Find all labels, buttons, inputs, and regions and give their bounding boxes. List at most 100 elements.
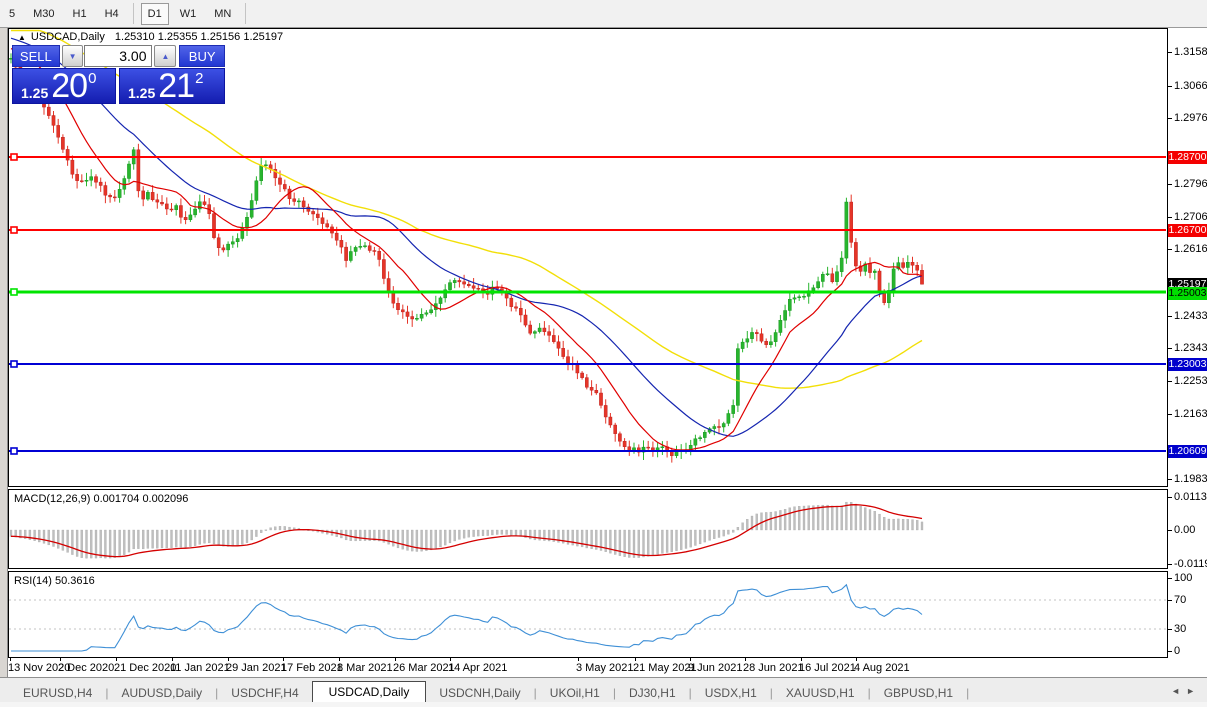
timeframe-toolbar: 5 M30 H1 H4 D1 W1 MN bbox=[0, 0, 1207, 28]
date-axis-tick bbox=[450, 658, 451, 661]
price-axis-label: 1.22535 bbox=[1174, 375, 1207, 387]
date-axis-label: 4 Aug 2021 bbox=[854, 662, 910, 674]
status-strip bbox=[0, 702, 1207, 707]
price-axis-label: 1.30660 bbox=[1174, 80, 1207, 92]
rsi-panel[interactable]: RSI(14) 50.3616 bbox=[8, 571, 1168, 658]
up-arrow-icon: ▲ bbox=[161, 51, 170, 61]
price-axis-tick bbox=[1168, 118, 1172, 119]
date-axis[interactable]: 13 Nov 2020 2 Dec 2020 21 Dec 2020 11 Jan 2… bbox=[8, 658, 1167, 677]
rsi-indicator-label: RSI(14) bbox=[14, 575, 52, 587]
chart-tab-usdchf-h4[interactable]: USDCHF,H4 bbox=[218, 683, 311, 703]
date-axis-tick bbox=[60, 658, 61, 661]
macd-label-row: MACD(12,26,9) 0.001704 0.002096 bbox=[14, 493, 188, 505]
price-tag: 1.28700 bbox=[1168, 151, 1207, 164]
price-axis-label: 1.26160 bbox=[1174, 243, 1207, 255]
price-axis-label: 1.27060 bbox=[1174, 211, 1207, 223]
buy-price-display[interactable]: 1.25 21 2 bbox=[119, 68, 225, 104]
price-axis[interactable]: 1.31585 1.30660 1.29760 1.27960 1.27060 1.261… bbox=[1168, 28, 1207, 677]
price-axis-tick bbox=[1168, 651, 1172, 652]
date-axis-label: 14 Apr 2021 bbox=[448, 662, 508, 674]
volume-input[interactable] bbox=[84, 45, 153, 67]
date-axis-tick bbox=[172, 658, 173, 661]
chart-tab-dj30-h1[interactable]: DJ30,H1 bbox=[616, 683, 689, 703]
sell-price-big-digits: 20 bbox=[51, 67, 88, 105]
price-axis-label: 30 bbox=[1174, 623, 1187, 635]
rsi-label-row: RSI(14) 50.3616 bbox=[14, 575, 95, 587]
price-axis-tick bbox=[1168, 316, 1172, 317]
price-axis-tick bbox=[1168, 86, 1172, 87]
chart-tabs: EURUSD,H4 | AUDUSD,Daily | USDCHF,H4 USDCAD,D… bbox=[10, 680, 970, 704]
tf-m15-button[interactable]: 5 bbox=[2, 3, 22, 25]
price-axis-tick bbox=[1168, 600, 1172, 601]
date-axis-tick bbox=[339, 658, 340, 661]
sell-button[interactable]: SELL bbox=[12, 45, 60, 67]
date-axis-label: 17 Feb 2021 bbox=[281, 662, 343, 674]
macd-panel[interactable]: MACD(12,26,9) 0.001704 0.002096 bbox=[8, 489, 1168, 569]
rsi-value: 50.3616 bbox=[54, 575, 95, 587]
price-axis-tick bbox=[1168, 348, 1172, 349]
price-axis-tick bbox=[1168, 497, 1172, 498]
macd-indicator-label: MACD(12,26,9) bbox=[14, 493, 91, 505]
chart-tab-usdcnh-daily[interactable]: USDCNH,Daily bbox=[426, 683, 533, 703]
date-axis-tick bbox=[745, 658, 746, 661]
price-axis-label: 1.23435 bbox=[1174, 342, 1207, 354]
date-axis-tick bbox=[116, 658, 117, 661]
chart-tab-audusd-daily[interactable]: AUDUSD,Daily bbox=[108, 683, 215, 703]
toolbar-separator bbox=[245, 3, 247, 24]
volume-decrease-button[interactable]: ▼ bbox=[61, 45, 84, 67]
tf-h4-button[interactable]: H4 bbox=[98, 3, 126, 25]
scroll-left-icon[interactable]: ◄ bbox=[1171, 686, 1186, 696]
price-axis-tick bbox=[1168, 414, 1172, 415]
toolbar-separator bbox=[132, 3, 134, 24]
price-tag: 1.25003 bbox=[1168, 287, 1207, 300]
chart-tab-ukoil-h1[interactable]: UKOil,H1 bbox=[537, 683, 613, 703]
chart-tab-usdx-h1[interactable]: USDX,H1 bbox=[692, 683, 770, 703]
collapse-triangle-icon[interactable]: ▲ bbox=[18, 33, 26, 42]
buy-price-big-digits: 21 bbox=[158, 67, 195, 105]
price-axis-label: 1.24335 bbox=[1174, 310, 1207, 322]
price-axis-label: 1.21635 bbox=[1174, 408, 1207, 420]
trade-controls-row: SELL ▼ ▲ BUY bbox=[12, 45, 225, 67]
tab-separator: | bbox=[966, 685, 970, 700]
macd-main-value: 0.001704 bbox=[93, 493, 140, 505]
price-axis-tick bbox=[1168, 629, 1172, 630]
date-axis-tick bbox=[228, 658, 229, 661]
rsi-chart[interactable] bbox=[9, 572, 1167, 657]
price-axis-tick bbox=[1168, 381, 1172, 382]
chart-tab-xauusd-h1[interactable]: XAUUSD,H1 bbox=[773, 683, 868, 703]
one-click-trading-panel: SELL ▼ ▲ BUY 1.25 20 0 1.25 21 2 bbox=[12, 45, 225, 104]
date-axis-label: 29 Jan 2021 bbox=[226, 662, 287, 674]
macd-signal-value: 0.002096 bbox=[142, 493, 189, 505]
chart-tab-usdcad-daily[interactable]: USDCAD,Daily bbox=[311, 680, 427, 703]
price-axis-label: 1.29760 bbox=[1174, 112, 1207, 124]
tf-h1-button[interactable]: H1 bbox=[66, 3, 94, 25]
price-axis-label: 1.27960 bbox=[1174, 178, 1207, 190]
tf-mn-button[interactable]: MN bbox=[207, 3, 238, 25]
price-axis-label: 70 bbox=[1174, 594, 1187, 606]
price-axis-tick bbox=[1168, 52, 1172, 53]
tf-m30-button[interactable]: M30 bbox=[26, 3, 61, 25]
volume-increase-button[interactable]: ▲ bbox=[154, 45, 177, 67]
buy-button[interactable]: BUY bbox=[179, 45, 225, 67]
sell-price-display[interactable]: 1.25 20 0 bbox=[12, 68, 116, 104]
price-axis-label: 1.19835 bbox=[1174, 473, 1207, 485]
date-axis-label: 11 Jan 2021 bbox=[170, 662, 230, 674]
chart-symbol-label: USDCAD,Daily bbox=[30, 31, 105, 43]
buy-price-prefix: 1.25 bbox=[128, 85, 156, 101]
tab-scroll-arrows: ◄► bbox=[1171, 686, 1201, 696]
chart-tab-gbpusd-h1[interactable]: GBPUSD,H1 bbox=[871, 683, 966, 703]
date-axis-label: 28 Jun 2021 bbox=[743, 662, 804, 674]
price-axis-label: 0.01135 bbox=[1174, 491, 1207, 503]
date-axis-label: 8 Mar 2021 bbox=[337, 662, 393, 674]
chart-tab-eurusd-h4[interactable]: EURUSD,H4 bbox=[10, 683, 105, 703]
price-tag: 1.26700 bbox=[1168, 224, 1207, 237]
scroll-right-icon[interactable]: ► bbox=[1186, 686, 1201, 696]
tf-w1-button[interactable]: W1 bbox=[173, 3, 204, 25]
date-axis-tick bbox=[856, 658, 857, 661]
tf-d1-button[interactable]: D1 bbox=[140, 2, 169, 25]
date-axis-tick bbox=[635, 658, 636, 661]
sell-price-pipette: 0 bbox=[88, 70, 97, 87]
price-axis-tick bbox=[1168, 184, 1172, 185]
date-axis-tick bbox=[10, 658, 11, 661]
left-gutter bbox=[0, 28, 8, 677]
